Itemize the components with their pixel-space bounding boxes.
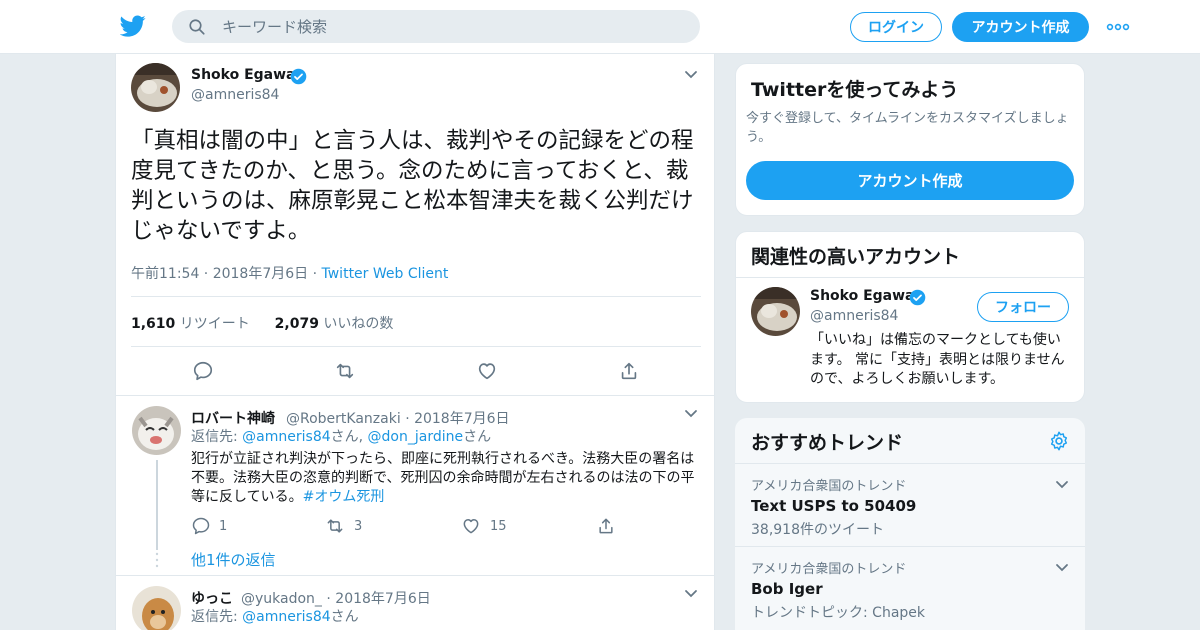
tweet-time[interactable]: 午前11:54 · 2018年7月6日 ·: [131, 266, 322, 282]
twitter-bird-icon[interactable]: [120, 13, 146, 39]
reply-author-name[interactable]: ゆっこ: [191, 588, 233, 608]
reply-to-mention[interactable]: @don_jardine: [368, 429, 464, 445]
tweet-detail-column: Shoko Egawa @amneris84 「真相は闇の中」と言う人は、裁判や…: [115, 54, 715, 630]
like-icon[interactable]: [461, 516, 481, 536]
tweet-text: 「真相は闇の中」と言う人は、裁判やその記録をどの程度見てきたのか、と思う。念のた…: [131, 128, 694, 244]
reply-to-mention[interactable]: @amneris84: [242, 609, 330, 625]
reply-avatar[interactable]: [132, 586, 181, 630]
signup-button[interactable]: アカウント作成: [952, 12, 1089, 42]
thread-dots: [155, 552, 159, 568]
divider: [116, 395, 714, 396]
trends-title: おすすめトレンド: [751, 432, 904, 454]
retweet-stat[interactable]: 1,610 リツイート: [131, 316, 250, 332]
trend-meta: トレンドトピック: Chapek: [751, 605, 926, 621]
retweet-icon[interactable]: [334, 360, 356, 382]
trends-card: おすすめトレンド アメリカ合衆国のトレンド Text USPS to 50409…: [735, 418, 1085, 630]
verified-badge-icon: [909, 289, 926, 306]
like-stat[interactable]: 2,079 いいねの数: [275, 316, 394, 332]
reply-date[interactable]: · 2018年7月6日: [405, 411, 509, 427]
author-avatar[interactable]: [131, 63, 180, 112]
reply-icon[interactable]: [192, 360, 214, 382]
chevron-down-icon[interactable]: [1055, 480, 1069, 490]
trend-name[interactable]: Bob Iger: [751, 580, 823, 598]
related-account-handle[interactable]: @amneris84: [810, 308, 898, 324]
divider: [116, 575, 714, 576]
chevron-down-icon[interactable]: [684, 70, 698, 80]
signup-card-subtitle: 今すぐ登録して、タイムラインをカスタマイズしましょう。: [746, 111, 1069, 145]
divider: [131, 296, 701, 297]
reply-to-line: 返信先: @amneris84さん: [191, 609, 359, 625]
tweet-timestamp: 午前11:54 · 2018年7月6日 · Twitter Web Client: [131, 263, 448, 283]
divider: [131, 346, 701, 347]
gear-icon[interactable]: [1048, 430, 1070, 452]
verified-badge-icon: [290, 68, 307, 85]
related-accounts-title: 関連性の高いアカウント: [751, 246, 961, 268]
tweet-stats: 1,610 リツイート 2,079 いいねの数: [131, 313, 393, 333]
share-icon[interactable]: [618, 360, 640, 382]
reply-author-name[interactable]: ロバート神崎: [191, 408, 275, 428]
share-icon[interactable]: [596, 516, 616, 536]
trend-location: アメリカ合衆国のトレンド: [751, 562, 907, 577]
login-button[interactable]: ログイン: [850, 12, 942, 42]
signup-card-button[interactable]: アカウント作成: [746, 161, 1074, 200]
author-name[interactable]: Shoko Egawa: [191, 67, 296, 83]
related-account-name[interactable]: Shoko Egawa: [810, 288, 915, 304]
chevron-down-icon[interactable]: [684, 589, 698, 599]
tweet-client-link[interactable]: Twitter Web Client: [322, 266, 449, 282]
reply-author-handle[interactable]: @yukadon_ · 2018年7月6日: [241, 588, 431, 608]
reply-author-handle[interactable]: @RobertKanzaki · 2018年7月6日: [286, 408, 510, 428]
retweet-icon[interactable]: [325, 516, 345, 536]
search-input[interactable]: [222, 10, 682, 43]
signup-card: Twitterを使ってみよう 今すぐ登録して、タイムラインをカスタマイズしましょ…: [735, 63, 1085, 216]
related-account-bio: 「いいね」は備忘のマークとしても使います。 常に「支持」表明とは限りませんので、…: [810, 332, 1065, 387]
like-count: 15: [490, 519, 507, 534]
signup-card-title: Twitterを使ってみよう: [751, 79, 959, 101]
reply-count: 1: [219, 519, 228, 534]
divider: [736, 277, 1084, 278]
chevron-down-icon[interactable]: [1055, 563, 1069, 573]
related-account-avatar[interactable]: [751, 287, 800, 336]
search-icon: [189, 19, 205, 35]
follow-button[interactable]: フォロー: [977, 292, 1069, 322]
trend-location: アメリカ合衆国のトレンド: [751, 479, 907, 494]
chevron-down-icon[interactable]: [684, 409, 698, 419]
reply-avatar[interactable]: [132, 406, 181, 455]
trend-item[interactable]: アメリカ合衆国のトレンド Text USPS to 50409 38,918件の…: [735, 463, 1085, 545]
thread-line: [156, 460, 158, 550]
reply-icon[interactable]: [191, 516, 211, 536]
author-handle[interactable]: @amneris84: [191, 87, 279, 103]
reply-date[interactable]: · 2018年7月6日: [326, 591, 430, 607]
like-icon[interactable]: [476, 360, 498, 382]
more-dots-icon[interactable]: [1106, 18, 1130, 36]
reply-text: 犯行が立証され判決が下ったら、即座に死刑執行されるべき。法務大臣の署名は不要。法…: [191, 451, 695, 505]
search-box[interactable]: [172, 10, 700, 43]
retweet-count: 3: [354, 519, 363, 534]
reply-to-line: 返信先: @amneris84さん, @don_jardineさん: [191, 429, 492, 445]
show-more-replies-link[interactable]: 他1件の返信: [191, 551, 276, 570]
hashtag-link[interactable]: #オウム死刑: [303, 489, 385, 505]
reply-to-mention[interactable]: @amneris84: [242, 429, 330, 445]
top-navigation-bar: ログイン アカウント作成: [0, 0, 1200, 54]
trend-name[interactable]: Text USPS to 50409: [751, 497, 916, 515]
trend-meta: 38,918件のツイート: [751, 522, 884, 538]
trend-item[interactable]: アメリカ合衆国のトレンド Bob Iger トレンドトピック: Chapek: [735, 546, 1085, 628]
related-accounts-card: 関連性の高いアカウント Shoko Egawa @amneris84 フォロー …: [735, 231, 1085, 403]
